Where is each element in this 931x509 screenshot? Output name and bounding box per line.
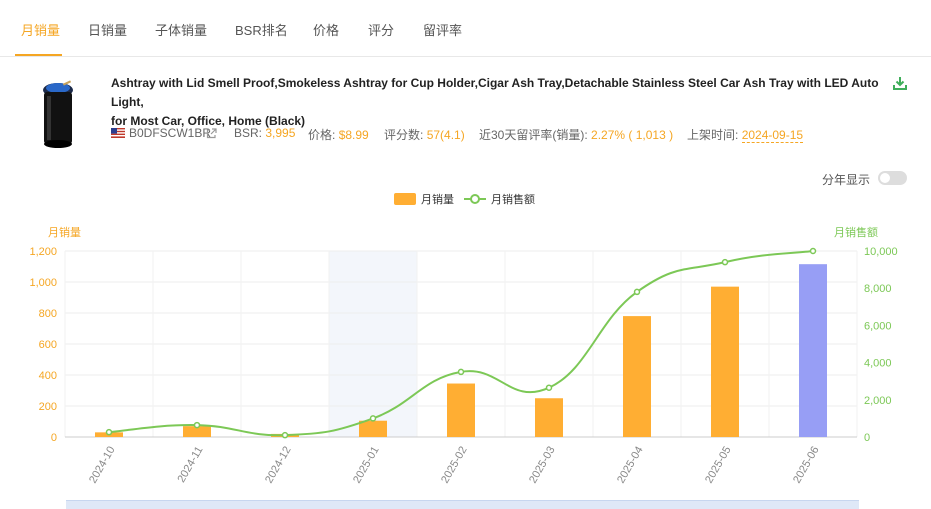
tab-review-rate[interactable]: 留评率 xyxy=(423,20,462,39)
product-title[interactable]: Ashtray with Lid Smell Proof,Smokeless A… xyxy=(111,74,886,131)
tab-variant-sales[interactable]: 子体销量 xyxy=(155,20,207,39)
point-2025-05 xyxy=(721,258,729,266)
chart-zoom-slider[interactable] xyxy=(66,500,859,509)
point-2024-10 xyxy=(105,428,113,436)
bar-2025-03 xyxy=(535,398,563,437)
point-2025-04 xyxy=(633,288,641,296)
bar-2025-02 xyxy=(447,383,475,437)
point-2025-02 xyxy=(457,368,465,376)
x-tick-2024-11: 2024-11 xyxy=(175,445,205,485)
tab-bsr-rank[interactable]: BSR排名 xyxy=(235,20,288,39)
tab-monthly-sales[interactable]: 月销量 xyxy=(21,20,60,39)
us-flag-icon xyxy=(111,128,125,138)
bar-2025-05 xyxy=(711,286,739,437)
year-split-toggle[interactable] xyxy=(878,171,907,185)
rating-info: 评分数: 57(4.1) xyxy=(384,126,465,143)
bar-2025-01 xyxy=(359,420,387,437)
price-info: 价格: $8.99 xyxy=(308,126,369,143)
point-2024-11 xyxy=(193,421,201,429)
bsr-value: 3,995 xyxy=(265,126,296,140)
product-title-line1: Ashtray with Lid Smell Proof,Smokeless A… xyxy=(111,76,879,109)
x-tick-2025-05: 2025-05 xyxy=(703,445,734,486)
point-2025-03 xyxy=(545,384,553,391)
point-2025-06 xyxy=(809,247,817,255)
point-2024-12 xyxy=(281,431,289,439)
review-rate-label: 近30天留评率(销量): xyxy=(479,128,588,142)
y-tick-left: 800 xyxy=(39,308,57,320)
y-tick-left: 400 xyxy=(39,370,57,382)
external-link-icon[interactable] xyxy=(206,128,217,139)
legend-bar-swatch xyxy=(394,193,416,205)
y-tick-right: 6,000 xyxy=(864,320,892,332)
review-rate-value: 2.27% ( 1,013 ) xyxy=(591,128,674,142)
tab-bar: 月销量 日销量 子体销量 BSR排名 价格 评分 留评率 xyxy=(0,0,931,57)
x-tick-2025-03: 2025-03 xyxy=(527,445,558,486)
y-tick-right: 8,000 xyxy=(864,283,892,295)
x-tick-2025-06: 2025-06 xyxy=(791,445,822,486)
bsr-info: BSR: 3,995 xyxy=(234,126,295,140)
listed-date-label: 上架时间: xyxy=(687,128,739,142)
tab-rating[interactable]: 评分 xyxy=(368,20,394,39)
bar-2025-04 xyxy=(623,316,651,437)
y-tick-right: 4,000 xyxy=(864,358,892,370)
legend-line-label: 月销售额 xyxy=(491,192,535,206)
rating-value: 57(4.1) xyxy=(426,128,465,142)
y-axis-right-title: 月销售额 xyxy=(834,225,878,239)
legend-bar-label: 月销量 xyxy=(421,192,454,206)
price-value: $8.99 xyxy=(338,128,369,142)
tab-price[interactable]: 价格 xyxy=(313,20,339,39)
price-label: 价格: xyxy=(308,128,336,142)
y-axis-left-title: 月销量 xyxy=(48,225,81,239)
point-2025-01 xyxy=(369,415,377,422)
tab-daily-sales[interactable]: 日销量 xyxy=(88,20,127,39)
listed-date-value[interactable]: 2024-09-15 xyxy=(741,128,804,143)
y-tick-left: 200 xyxy=(39,401,57,413)
y-tick-left: 1,000 xyxy=(29,277,57,289)
bsr-label: BSR: xyxy=(234,126,263,140)
product-image xyxy=(43,80,73,148)
y-tick-left: 0 xyxy=(51,432,57,444)
download-icon[interactable] xyxy=(892,75,908,91)
review-rate-info: 近30天留评率(销量): 2.27% ( 1,013 ) xyxy=(479,126,673,143)
x-tick-2025-01: 2025-01 xyxy=(351,445,382,486)
asin-link[interactable]: B0DFSCW1BR xyxy=(129,126,211,140)
sales-chart: 月销量 月销售额月销量 月销售额1,2001,000800600400200010,… xyxy=(29,192,898,486)
bar-2025-06 xyxy=(799,264,827,437)
x-tick-2025-02: 2025-02 xyxy=(439,445,470,486)
y-tick-right: 2,000 xyxy=(864,395,892,407)
rating-label: 评分数: xyxy=(384,128,424,142)
x-tick-2024-12: 2024-12 xyxy=(263,445,294,486)
y-tick-left: 1,200 xyxy=(29,246,57,258)
listed-date-info: 上架时间: 2024-09-15 xyxy=(687,126,804,143)
y-tick-left: 600 xyxy=(39,339,57,351)
y-tick-right: 0 xyxy=(864,432,870,444)
x-tick-2024-10: 2024-10 xyxy=(87,445,118,486)
y-tick-right: 10,000 xyxy=(864,246,898,258)
toggle-knob xyxy=(880,173,890,183)
legend-line-marker xyxy=(470,194,480,204)
active-tab-indicator xyxy=(15,54,62,56)
x-tick-2025-04: 2025-04 xyxy=(615,445,646,486)
